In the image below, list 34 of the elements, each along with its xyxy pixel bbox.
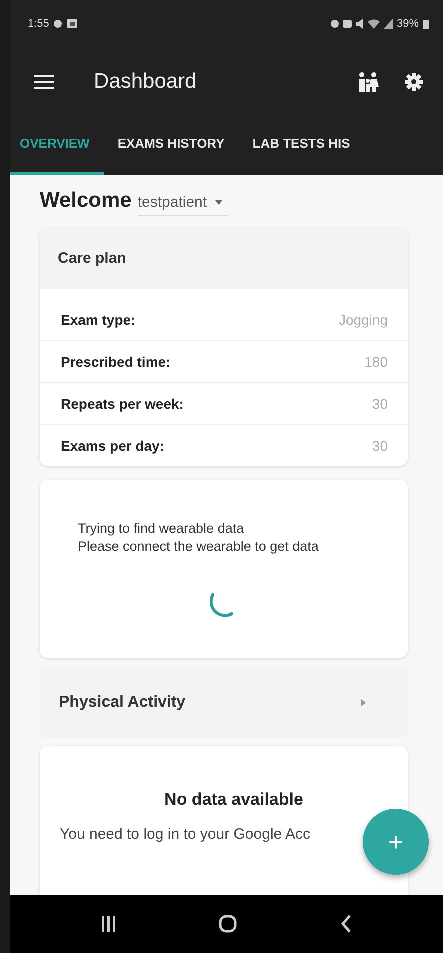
- notification-icon: [67, 19, 78, 29]
- menu-icon[interactable]: [34, 74, 54, 90]
- recent-apps-icon[interactable]: [102, 916, 116, 932]
- settings-icon[interactable]: [405, 72, 423, 90]
- dropdown-caret-icon: [215, 200, 224, 205]
- screen-title: Dashboard: [94, 70, 198, 94]
- battery-percent: 39%: [396, 18, 419, 30]
- tab[interactable]: LAB TESTS HIS: [238, 115, 364, 175]
- expandable-section[interactable]: Physical Activity: [40, 668, 408, 738]
- mute-icon: [356, 19, 364, 29]
- field-value: 180: [364, 354, 388, 370]
- field-value: Jogging: [338, 312, 388, 328]
- user-dropdown[interactable]: testpatient: [138, 194, 230, 216]
- field-label: Prescribed time:: [61, 354, 171, 370]
- empty-title: No data available: [164, 790, 304, 810]
- empty-message: You need to log in to your Google Acc: [60, 826, 310, 843]
- tab[interactable]: EXAMS HISTORY: [104, 115, 239, 175]
- field-value: 30: [372, 396, 388, 412]
- notification-icon: [53, 19, 64, 29]
- tab[interactable]: OVERVIEW: [10, 115, 104, 175]
- welcome-label: Welcome: [40, 189, 132, 213]
- field-label: Repeats per week:: [61, 396, 184, 412]
- battery-icon: [423, 19, 429, 29]
- field-label: Exams per day:: [61, 438, 164, 454]
- back-icon[interactable]: [341, 915, 352, 933]
- family-icon[interactable]: [357, 72, 379, 92]
- status-time: 1:55: [28, 18, 50, 30]
- field-label: Exam type:: [61, 312, 136, 328]
- home-icon[interactable]: [219, 915, 238, 933]
- card-header: Care plan: [40, 228, 408, 289]
- status-message: Trying to find wearable data Please connect the wearable to get data: [78, 520, 320, 556]
- field-value: 30: [372, 438, 388, 454]
- wifi-icon: [368, 19, 380, 29]
- signal-icon: [384, 19, 393, 29]
